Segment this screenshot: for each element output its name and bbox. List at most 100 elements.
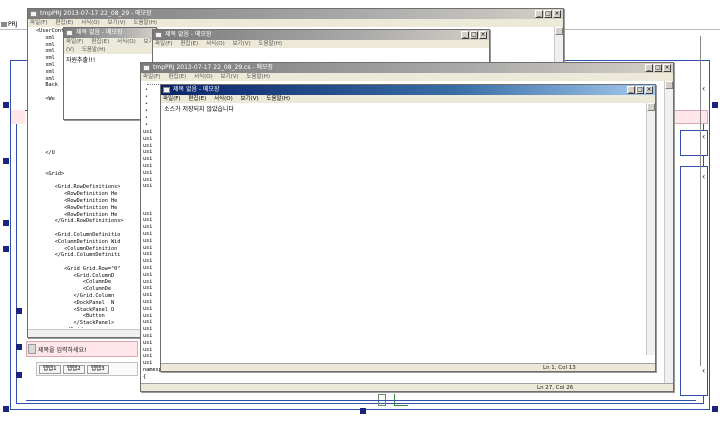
menu-view[interactable]: 보기(V) (220, 74, 238, 80)
handle-square (16, 308, 22, 314)
menu-format[interactable]: 서식(O) (81, 20, 100, 26)
close-button[interactable]: × (645, 86, 653, 94)
code-line: <Grid.RowDefinitions> (36, 184, 121, 191)
handle-square (3, 406, 9, 412)
menu-bar: 파일(F) 편집(E) 서식(O) 보기(V) 도움말(H) (64, 38, 156, 54)
menu-file[interactable]: 파일(F) (66, 39, 84, 45)
close-button[interactable]: × (663, 64, 671, 72)
top-left-label: PRJ (8, 21, 18, 28)
close-button[interactable]: × (479, 31, 487, 39)
notepad-icon (163, 87, 170, 93)
code-line: <RowDefinition He (36, 204, 118, 211)
title-input[interactable]: 제목을 입력하세요! (38, 345, 86, 354)
menu-help[interactable]: 도움말(H) (246, 74, 270, 80)
tab-3[interactable]: 탭탭3 (87, 365, 109, 374)
window-title: tmpPRJ 2013-07-17 22_08_29.cs - 메모장 (153, 64, 274, 71)
menu-file[interactable]: 파일(F) (155, 41, 173, 47)
close-button[interactable]: × (553, 10, 561, 18)
tab-2[interactable]: 탭탭2 (63, 365, 85, 374)
window-title-bar[interactable]: tmpPRJ 2013-07-17 22_08_29 - 메모장 (28, 9, 563, 19)
code-line: <StackPanel O (36, 306, 115, 313)
top-left-icon (1, 22, 7, 27)
notepad-icon (143, 65, 150, 71)
code-line: <RowDefinition He (36, 211, 118, 218)
chevron-left-icon: ‹ (702, 84, 706, 93)
title-input-icon (28, 344, 36, 354)
chevron-left-icon-3: ‹ (702, 172, 706, 181)
chevron-left-icon-4: ‹ (702, 366, 706, 375)
window-title-bar[interactable]: tmpPRJ 2013-07-17 22_08_29.cs - 메모장 (141, 63, 673, 73)
menu-file[interactable]: 파일(F) (30, 20, 48, 26)
editor-text[interactable]: 소스가 저장되지 않았습니다 (164, 104, 234, 113)
menu-format[interactable]: 서식(O) (117, 39, 136, 45)
tab-1[interactable]: 탭탭1 (39, 365, 61, 374)
code-line: <Grid.ColumnDefinitio (36, 231, 121, 238)
code-line: </Grid.ColumnDefiniti (36, 252, 121, 259)
menu-view[interactable]: 보기(V) (107, 20, 125, 26)
menu-format[interactable]: 서식(O) (214, 96, 233, 102)
window-title-bar[interactable]: 제목 없음 - 메모장 (64, 28, 156, 38)
scroll-up-button[interactable] (647, 103, 655, 111)
maximize-button[interactable]: □ (636, 86, 644, 94)
code-line: <DockPanel N (36, 299, 115, 306)
editor-text[interactable]: 자원추출!!! (66, 55, 95, 64)
status-position: Ln 1, Col 13 (543, 365, 576, 371)
vertical-scrollbar[interactable] (664, 81, 673, 383)
handle-square (360, 408, 366, 414)
menu-file[interactable]: 파일(F) (143, 74, 161, 80)
menu-format[interactable]: 서식(O) (194, 74, 213, 80)
menu-bar: 파일(F) 편집(E) 서식(O) 보기(V) 도움말(H) (141, 73, 673, 81)
menu-help[interactable]: 도움말(H) (266, 96, 290, 102)
window-title-bar[interactable]: 제목 없음 - 메모장 (153, 30, 489, 40)
menu-edit[interactable]: 편집(E) (91, 39, 109, 45)
menu-edit[interactable]: 편집(E) (168, 74, 186, 80)
minimize-button[interactable]: _ (645, 64, 653, 72)
code-line: </Grid.Column (36, 293, 115, 300)
handle-square (3, 102, 9, 108)
window-title: tmpPRJ 2013-07-17 22_08_29 - 메모장 (40, 10, 152, 17)
menu-view[interactable]: 보기(V) (232, 41, 250, 47)
code-line: <ColumnDefinition (36, 245, 118, 252)
maximize-button[interactable]: □ (470, 31, 478, 39)
menu-help[interactable]: 도움말(H) (82, 47, 106, 53)
window-title: 제목 없음 - 메모장 (165, 31, 212, 38)
notepad-icon (30, 11, 37, 17)
notepad-icon (66, 30, 73, 36)
minimize-button[interactable]: _ (461, 31, 469, 39)
handle-square (16, 372, 22, 378)
status-bar: Ln 1, Col 13 (161, 363, 655, 371)
status-bar: Ln 27, Col 26 (141, 383, 673, 391)
maximize-button[interactable]: □ (654, 64, 662, 72)
code-line: </U (36, 150, 55, 157)
handle-square (3, 220, 9, 226)
code-line: <RowDefinition He (36, 191, 118, 198)
menu-edit[interactable]: 편집(E) (180, 41, 198, 47)
notepad-window-active[interactable]: 제목 없음 - 메모장 _ □ × 파일(F) 편집(E) 서식(O) 보기(V… (160, 84, 656, 372)
menu-file[interactable]: 파일(F) (163, 96, 181, 102)
code-line: <Grid.ColumnD (36, 272, 115, 279)
menu-edit[interactable]: 편집(E) (55, 20, 73, 26)
menu-help[interactable]: 도움말(H) (258, 41, 282, 47)
maximize-button[interactable]: □ (544, 10, 552, 18)
menu-help[interactable]: 도움말(H) (133, 20, 157, 26)
minimize-button[interactable]: _ (627, 86, 635, 94)
code-line: <Button (36, 313, 105, 320)
code-line: </Grid> (36, 327, 156, 328)
pink-strip-left (11, 110, 25, 124)
vertical-scrollbar[interactable] (646, 103, 655, 355)
menu-bar: 파일(F) 편집(E) 서식(O) 보기(V) 도움말(H) (28, 19, 563, 27)
window-title-bar[interactable]: 제목 없음 - 메모장 (161, 85, 655, 95)
handle-square (712, 406, 718, 412)
menu-view[interactable]: 보기(V) (240, 96, 258, 102)
menu-edit[interactable]: 편집(E) (188, 96, 206, 102)
menu-format[interactable]: 서식(O) (206, 41, 225, 47)
scroll-up-button[interactable] (555, 27, 563, 35)
minimize-button[interactable]: _ (535, 10, 543, 18)
scroll-up-button[interactable] (665, 81, 673, 89)
